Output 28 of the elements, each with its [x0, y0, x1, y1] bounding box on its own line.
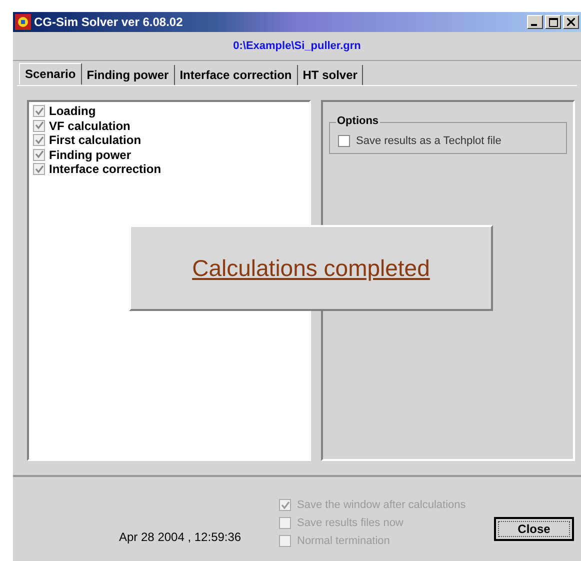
checkbox[interactable]	[33, 134, 45, 146]
option-label: Save results as a Techplot file	[356, 135, 502, 147]
step-label: Loading	[49, 104, 96, 118]
close-button[interactable]: Close	[494, 517, 574, 541]
checkbox[interactable]	[338, 135, 350, 147]
option-label: Normal termination	[297, 535, 390, 547]
close-icon	[567, 18, 575, 26]
completion-message: Calculations completed	[192, 254, 430, 282]
tab[interactable]: Scenario	[19, 63, 82, 85]
minimize-button[interactable]	[527, 15, 543, 29]
window-title: CG-Sim Solver ver 6.08.02	[34, 15, 183, 29]
step-label: VF calculation	[49, 118, 130, 133]
checkbox[interactable]	[33, 105, 45, 118]
option-label: Save results files now	[297, 517, 404, 529]
maximize-button[interactable]	[545, 15, 561, 29]
step-label: Finding power	[49, 148, 131, 162]
step-label: First calculation	[49, 133, 142, 148]
file-path: 0:\Example\Si_puller.grn	[233, 40, 361, 52]
checkbox[interactable]	[33, 148, 45, 161]
maximize-icon	[548, 18, 558, 26]
group-title: Options	[336, 115, 380, 127]
close-button[interactable]	[563, 15, 579, 29]
checkbox[interactable]	[33, 163, 45, 176]
timestamp: Apr 28 2004 , 12:59:36	[119, 530, 242, 544]
option-label: Save the window after calculations	[297, 499, 466, 511]
checkbox[interactable]	[33, 120, 45, 132]
app-icon	[15, 14, 31, 30]
step-label: Interface correction	[49, 162, 162, 176]
